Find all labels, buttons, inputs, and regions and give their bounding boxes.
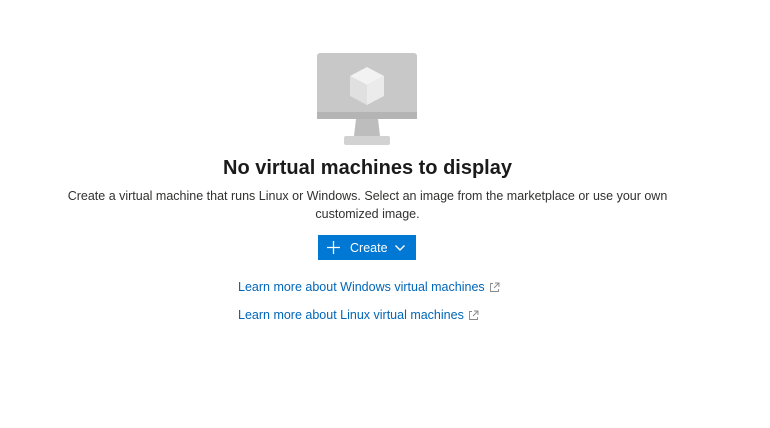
create-button-label: Create: [350, 240, 388, 255]
external-link-icon: [489, 282, 500, 292]
virtual-machine-icon: [317, 53, 417, 145]
learn-more-windows-label: Learn more about Windows virtual machine…: [238, 280, 485, 294]
plus-icon: [327, 241, 340, 254]
chevron-down-icon: [394, 244, 405, 251]
empty-state: No virtual machines to display Create a …: [0, 0, 770, 428]
learn-more-linux-link[interactable]: Learn more about Linux virtual machines: [238, 307, 479, 323]
external-link-icon: [468, 310, 479, 320]
learn-more-linux-label: Learn more about Linux virtual machines: [238, 308, 464, 322]
create-button[interactable]: Create: [318, 235, 416, 260]
empty-state-title: No virtual machines to display: [223, 157, 512, 179]
learn-more-windows-link[interactable]: Learn more about Windows virtual machine…: [238, 279, 500, 295]
empty-state-description: Create a virtual machine that runs Linux…: [67, 189, 668, 221]
